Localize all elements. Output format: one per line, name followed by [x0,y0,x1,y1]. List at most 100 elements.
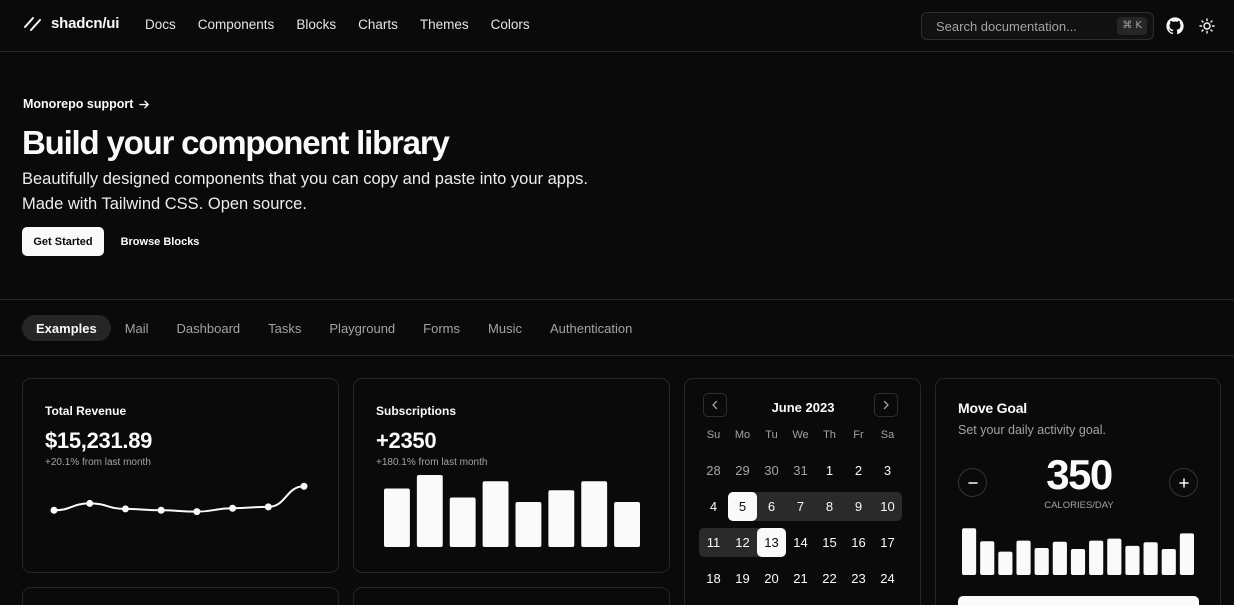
calendar-day-selected[interactable]: 13 [757,528,786,557]
calendar-day[interactable]: 11 [699,528,728,557]
calendar-day[interactable]: 24 [873,564,902,593]
tab-authentication[interactable]: Authentication [536,315,646,341]
calendar-day-selected[interactable]: 5 [728,492,757,521]
tab-examples[interactable]: Examples [22,315,111,341]
subscriptions-label: Subscriptions [376,404,457,418]
hero-title: Build your component library [22,124,450,161]
hero-description: Beautifully designed components that you… [22,167,662,217]
goal-bar [1107,538,1122,575]
goal-subtitle: Set your daily activity goal. [958,423,1106,437]
nav-colors[interactable]: Colors [491,17,530,32]
calendar-day[interactable]: 15 [815,528,844,557]
subscriptions-bar [449,497,476,547]
github-icon[interactable] [1166,17,1184,35]
subscriptions-bar [614,502,640,547]
calendar-day[interactable]: 21 [786,564,815,593]
tab-music[interactable]: Music [474,315,536,341]
calendar-day[interactable]: 10 [873,492,902,521]
calendar-day[interactable]: 2 [844,456,873,485]
announcement-text: Monorepo support [23,97,134,111]
increase-goal-button[interactable] [1169,468,1198,497]
weekday-label: Su [706,429,721,441]
search-input[interactable]: Search documentation... ⌘ K [921,12,1154,40]
examples-tabs: Examples Mail Dashboard Tasks Playground… [22,315,646,341]
calendar-week: 4 5 6 7 8 9 10 [699,492,909,521]
main-nav: Docs Components Blocks Charts Themes Col… [145,17,530,32]
weekday-label: Mo [734,429,751,441]
calendar-day[interactable]: 14 [786,528,815,557]
revenue-point [50,506,58,514]
calendar-day[interactable]: 17 [873,528,902,557]
subscriptions-change: +180.1% from last month [376,457,488,468]
bottom-card-middle [353,587,670,605]
calendar-day[interactable]: 7 [786,492,815,521]
plus-icon [1178,477,1189,488]
subscriptions-bar [581,481,608,547]
next-month-button[interactable] [874,393,898,417]
calendar-day[interactable]: 23 [844,564,873,593]
revenue-point [300,482,308,490]
calendar-weekdays: Su Mo Tu We Th Fr Sa [699,429,909,449]
weekday-label: We [792,429,809,441]
total-revenue-card: Total Revenue $15,231.89 +20.1% from las… [22,378,339,573]
subscriptions-bar [548,490,575,547]
calendar-day[interactable]: 28 [699,456,728,485]
subscriptions-bar [384,488,410,547]
calendar-day[interactable]: 9 [844,492,873,521]
announcement-link[interactable]: Monorepo support [23,97,150,111]
tab-dashboard[interactable]: Dashboard [163,315,255,341]
calendar-day[interactable]: 31 [786,456,815,485]
calendar-day[interactable]: 30 [757,456,786,485]
subscriptions-card: Subscriptions +2350 +180.1% from last mo… [353,378,670,573]
revenue-point [121,505,129,513]
calendar-day[interactable]: 18 [699,564,728,593]
goal-bar [1125,545,1140,575]
subscriptions-bar [482,481,509,547]
hero-description-line-1: Beautifully designed components that you… [22,170,588,188]
revenue-label: Total Revenue [45,404,127,418]
revenue-point [86,499,94,507]
get-started-button[interactable]: Get Started [22,227,104,256]
nav-themes[interactable]: Themes [420,17,469,32]
calendar-day[interactable]: 22 [815,564,844,593]
browse-blocks-button[interactable]: Browse Blocks [113,227,207,256]
hero-description-line-2: Made with Tailwind CSS. Open source. [22,195,307,213]
subscriptions-value: +2350 [376,428,437,453]
logo-icon [24,17,41,31]
calendar-day[interactable]: 16 [844,528,873,557]
goal-bar [980,541,995,575]
move-goal-card: Move Goal Set your daily activity goal. … [935,378,1221,605]
calendar-day[interactable]: 20 [757,564,786,593]
calendar-day[interactable]: 12 [728,528,757,557]
nav-blocks[interactable]: Blocks [296,17,336,32]
nav-docs[interactable]: Docs [145,17,176,32]
calendar-day[interactable]: 19 [728,564,757,593]
calendar-card: June 2023 Su Mo Tu We Th Fr Sa 28 29 30 … [684,378,921,605]
calendar-day[interactable]: 6 [757,492,786,521]
set-goal-button[interactable] [958,596,1199,605]
arrow-right-icon [139,100,150,108]
calendar-week: 18 19 20 21 22 23 24 [699,564,909,593]
sun-icon[interactable] [1199,18,1215,34]
calendar-day[interactable]: 4 [699,492,728,521]
nav-components[interactable]: Components [198,17,275,32]
revenue-point [264,503,272,511]
tab-playground[interactable]: Playground [315,315,409,341]
calendar-day[interactable]: 3 [873,456,902,485]
calendar-day[interactable]: 29 [728,456,757,485]
goal-bar-chart [962,528,1194,575]
tabs-divider [0,355,1234,356]
revenue-point [157,506,165,514]
tab-forms[interactable]: Forms [409,315,474,341]
goal-unit: CALORIES/DAY [1044,500,1114,511]
tab-mail[interactable]: Mail [111,315,163,341]
calendar-week: 28 29 30 31 1 2 3 [699,456,909,485]
goal-bar [1016,540,1031,575]
calendar-day[interactable]: 1 [815,456,844,485]
goal-bar [1143,542,1158,575]
calendar-day[interactable]: 8 [815,492,844,521]
goal-bar [1052,541,1067,575]
nav-charts[interactable]: Charts [358,17,398,32]
tab-tasks[interactable]: Tasks [254,315,315,341]
logo[interactable]: shadcn/ui [23,14,119,33]
